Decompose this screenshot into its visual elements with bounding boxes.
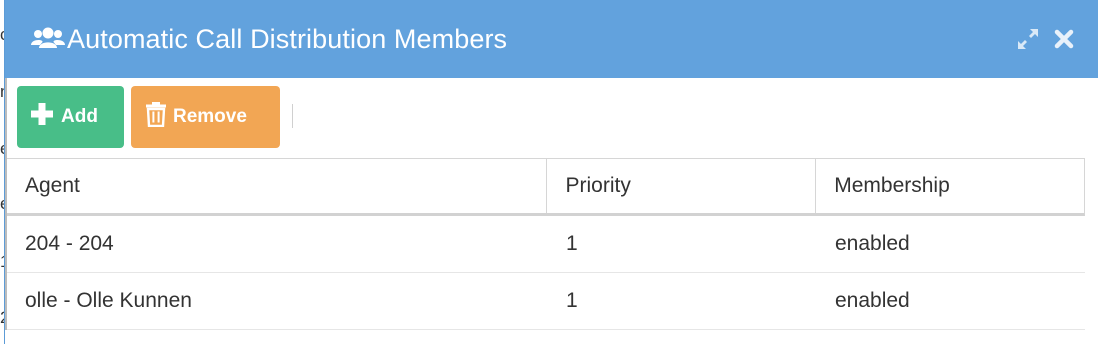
add-button-label: Add <box>61 106 98 127</box>
users-icon <box>31 24 65 54</box>
cell-agent: 204 - 204 <box>25 232 114 255</box>
expand-icon[interactable] <box>1015 26 1041 52</box>
trash-icon <box>145 101 167 133</box>
remove-button-label: Remove <box>173 106 247 127</box>
column-header-membership[interactable]: Membership <box>816 159 1084 213</box>
dialog-toolbar: Add Remove <box>5 78 1098 158</box>
cell-priority: 1 <box>566 232 578 255</box>
column-header-priority[interactable]: Priority <box>547 159 817 213</box>
column-header-agent[interactable]: Agent <box>7 159 548 213</box>
cell-priority: 1 <box>566 289 578 312</box>
window-controls <box>1015 26 1077 52</box>
cell-agent: olle - Olle Kunnen <box>25 289 192 312</box>
cell-membership: enabled <box>835 289 910 312</box>
table-row[interactable]: olle - Olle Kunnen 1 enabled <box>7 273 1085 330</box>
remove-button[interactable]: Remove <box>131 86 280 148</box>
close-icon[interactable] <box>1051 26 1077 52</box>
dialog-title: Automatic Call Distribution Members <box>67 23 508 54</box>
table-row[interactable]: 204 - 204 1 enabled <box>7 216 1085 273</box>
toolbar-separator <box>292 104 293 128</box>
members-grid: Agent Priority Membership 204 - 204 1 en… <box>5 158 1085 330</box>
dialog-titlebar[interactable]: Automatic Call Distribution Members <box>5 0 1098 78</box>
acd-members-dialog: Automatic Call Distribution Members Add … <box>4 0 1098 344</box>
add-button[interactable]: Add <box>17 86 124 148</box>
cell-membership: enabled <box>835 232 910 255</box>
grid-header: Agent Priority Membership <box>7 158 1085 216</box>
plus-icon <box>29 101 55 133</box>
